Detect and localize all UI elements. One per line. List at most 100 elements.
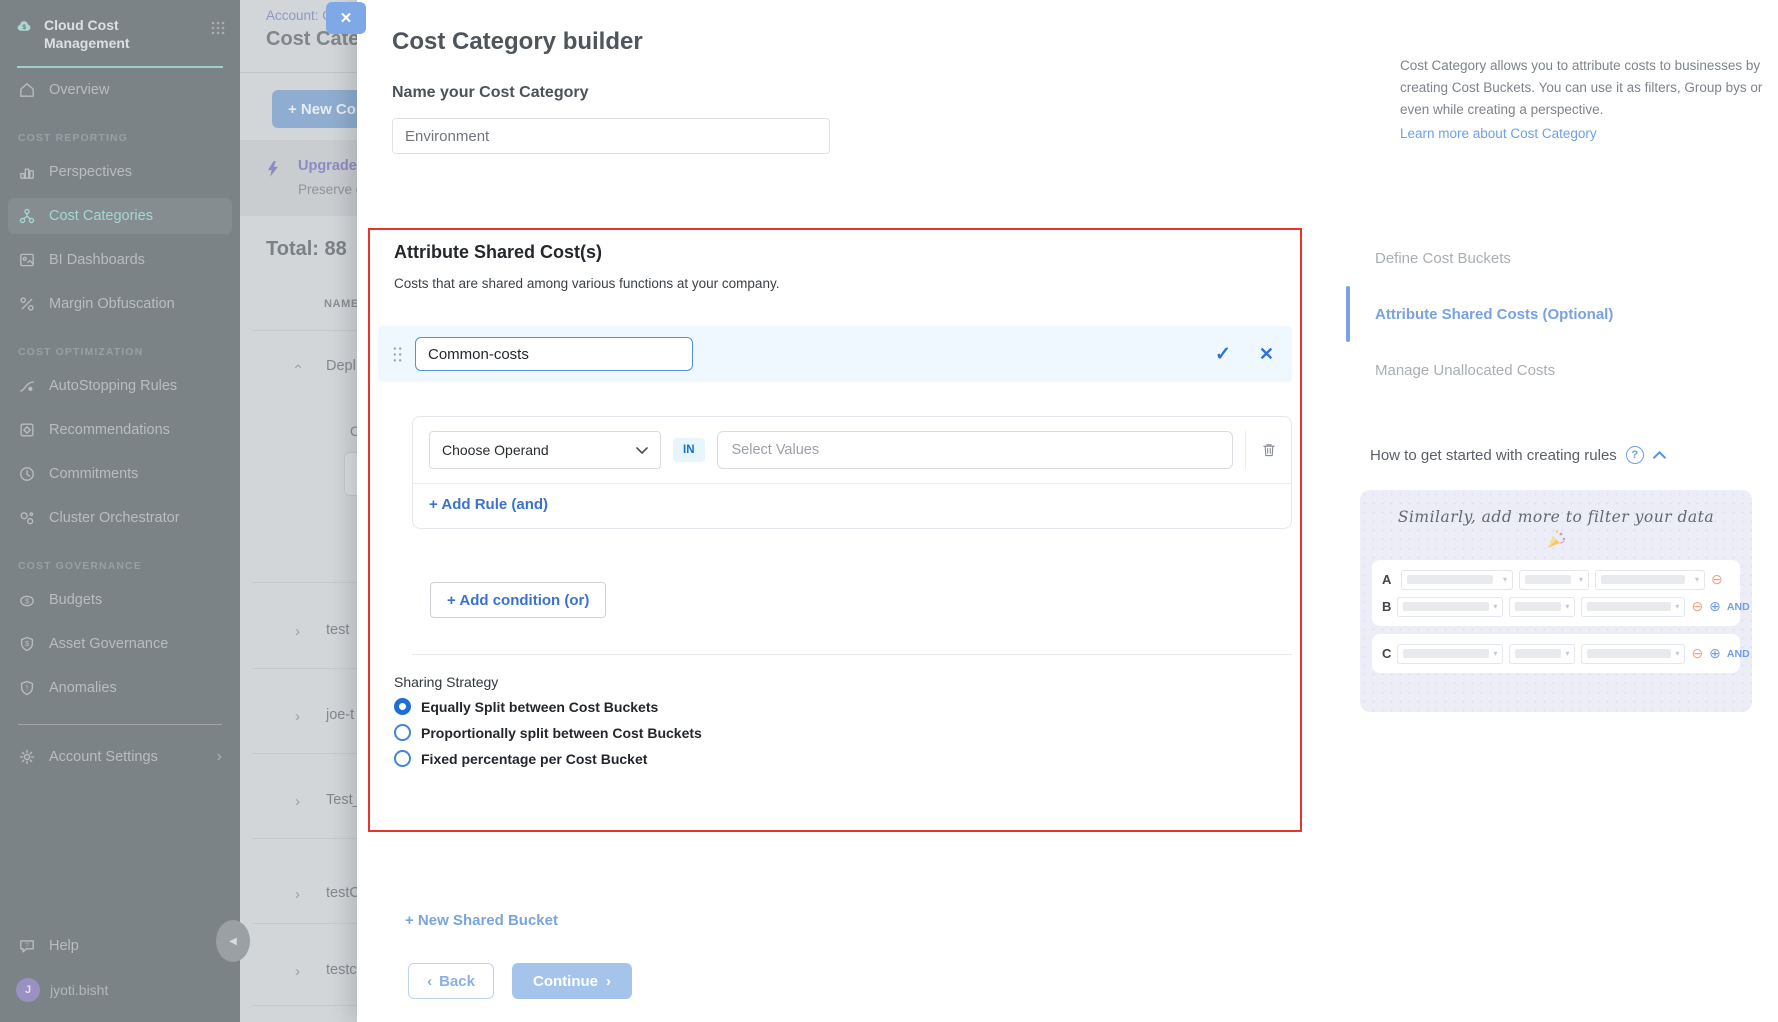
table-row: Test_ bbox=[326, 792, 357, 808]
sidebar-item-label: Cluster Orchestrator bbox=[49, 510, 180, 526]
sidebar-item-label: Cost Categories bbox=[49, 208, 153, 224]
sidebar-item-cluster-orchestrator: Cluster Orchestrator bbox=[8, 500, 232, 536]
sidebar-item-account-settings: Account Settings › bbox=[8, 739, 232, 775]
sidebar-item-bi-dashboards: BI Dashboards bbox=[8, 242, 232, 278]
new-shared-bucket-button[interactable]: + New Shared Bucket bbox=[405, 912, 558, 929]
sidebar-item-label: Budgets bbox=[49, 592, 102, 608]
table-row: Depl bbox=[326, 358, 356, 374]
sidebar-item-label: Overview bbox=[49, 82, 109, 98]
rule-card: Choose Operand IN + Add Rule (and) bbox=[412, 416, 1292, 529]
help-text: Cost Category allows you to attribute co… bbox=[1400, 58, 1762, 117]
cost-category-builder-modal: Cost Category builder Name your Cost Cat… bbox=[357, 0, 1778, 1022]
illustration-rule-row: C ▾ ▾ ▾ ⊖ ⊕ AND bbox=[1382, 640, 1730, 667]
drag-handle-icon[interactable] bbox=[392, 346, 403, 363]
radio-proportionally-split[interactable]: Proportionally split between Cost Bucket… bbox=[394, 724, 702, 741]
shield-dollar-icon: $ bbox=[18, 635, 36, 653]
sidebar-item-overview: Overview bbox=[8, 72, 232, 108]
clipped-card bbox=[344, 452, 357, 496]
sharing-strategy-radio-group: Equally Split between Cost Buckets Propo… bbox=[394, 698, 702, 767]
rules-illustration-card: Similarly, add more to filter your data … bbox=[1360, 490, 1752, 712]
divider bbox=[252, 330, 357, 331]
back-button[interactable]: ‹ Back bbox=[408, 963, 494, 999]
delete-rule-button[interactable] bbox=[1245, 431, 1291, 469]
radio-fixed-percentage[interactable]: Fixed percentage per Cost Bucket bbox=[394, 750, 702, 767]
placeholder-select: ▾ bbox=[1581, 597, 1685, 617]
radio-equally-split[interactable]: Equally Split between Cost Buckets bbox=[394, 698, 702, 715]
add-condition-button[interactable]: + Add condition (or) bbox=[430, 582, 606, 618]
radio-button[interactable] bbox=[394, 698, 411, 715]
select-values-input[interactable] bbox=[717, 431, 1234, 469]
how-to-get-started-toggle[interactable]: How to get started with creating rules ? bbox=[1370, 446, 1666, 464]
breadcrumb: Account: C bbox=[266, 8, 332, 23]
sidebar-item-label: Recommendations bbox=[49, 422, 170, 438]
avatar: J bbox=[16, 978, 40, 1002]
remove-rule-icon: ⊖ bbox=[1711, 571, 1723, 588]
chevron-right-icon: › bbox=[295, 623, 300, 640]
question-circle-icon[interactable]: ? bbox=[1626, 446, 1644, 464]
confirm-check-icon[interactable]: ✓ bbox=[1215, 343, 1231, 366]
operand-select[interactable]: Choose Operand bbox=[429, 431, 661, 469]
trash-icon bbox=[1261, 442, 1277, 458]
row-letter: C bbox=[1382, 646, 1391, 661]
placeholder-select: ▾ bbox=[1401, 570, 1513, 590]
chevron-up-icon[interactable] bbox=[1653, 451, 1666, 459]
bucket-name-input[interactable] bbox=[415, 337, 693, 371]
divider bbox=[252, 1005, 357, 1006]
upgrade-title: Upgrade to bbox=[298, 158, 357, 174]
radio-button[interactable] bbox=[394, 750, 411, 767]
sidebar-item-margin-obfuscation: Margin Obfuscation bbox=[8, 286, 232, 322]
add-rule-button[interactable]: + Add Rule (and) bbox=[413, 484, 1291, 528]
rule-row: Choose Operand IN bbox=[413, 417, 1291, 483]
gear-icon bbox=[18, 748, 36, 766]
diamond-square-icon bbox=[18, 421, 36, 439]
svg-text:!: ! bbox=[26, 684, 28, 693]
sidebar-item-label: AutoStopping Rules bbox=[49, 378, 177, 394]
sidebar-item-label: BI Dashboards bbox=[49, 252, 145, 268]
step-manage-unallocated-costs[interactable]: Manage Unallocated Costs bbox=[1375, 362, 1555, 379]
caret-down-icon: ▾ bbox=[1493, 602, 1497, 611]
sidebar-item-budgets: $ Budgets bbox=[8, 582, 232, 618]
row-letter: B bbox=[1382, 599, 1391, 614]
radio-button[interactable] bbox=[394, 724, 411, 741]
illustration-caption: Similarly, add more to filter your data bbox=[1360, 508, 1752, 526]
new-cost-category-button: + New Co bbox=[272, 90, 357, 128]
add-rule-icon: ⊕ bbox=[1709, 645, 1721, 662]
learn-more-link[interactable]: Learn more about Cost Category bbox=[1400, 123, 1597, 145]
chevron-right-icon: › bbox=[295, 963, 300, 980]
table-sub-label: Co bbox=[350, 424, 357, 439]
module-grid-icon bbox=[210, 20, 226, 36]
shield-alert-icon: ! bbox=[18, 679, 36, 697]
sidebar-section-title: COST GOVERNANCE bbox=[0, 540, 240, 578]
chevron-right-icon: › bbox=[295, 708, 300, 725]
sidebar-section-title: COST OPTIMIZATION bbox=[0, 326, 240, 364]
cancel-x-icon[interactable]: ✕ bbox=[1259, 344, 1274, 365]
caret-down-icon: ▾ bbox=[1675, 649, 1679, 658]
step-define-cost-buckets[interactable]: Define Cost Buckets bbox=[1375, 250, 1511, 267]
caret-down-icon: ▾ bbox=[1579, 575, 1583, 584]
bar-chart-icon bbox=[18, 163, 36, 181]
divider bbox=[252, 923, 357, 924]
operator-badge[interactable]: IN bbox=[673, 438, 705, 462]
radio-label: Equally Split between Cost Buckets bbox=[421, 699, 658, 715]
continue-button[interactable]: Continue › bbox=[512, 963, 632, 999]
svg-text:$: $ bbox=[25, 597, 29, 606]
chevron-left-icon: ‹ bbox=[427, 973, 432, 990]
collapse-left-icon: ◀ bbox=[229, 936, 237, 947]
sidebar-item-help: ? Help bbox=[8, 928, 232, 964]
and-label: AND bbox=[1727, 648, 1750, 660]
table-row: joe-t bbox=[326, 707, 354, 723]
svg-text:$: $ bbox=[22, 24, 26, 31]
close-modal-button[interactable]: ✕ bbox=[326, 2, 366, 34]
row-letter: A bbox=[1382, 572, 1395, 587]
chevron-right-icon: › bbox=[606, 973, 611, 990]
home-icon bbox=[18, 81, 36, 99]
step-attribute-shared-costs[interactable]: Attribute Shared Costs (Optional) bbox=[1375, 306, 1613, 323]
chevron-right-icon: › bbox=[295, 793, 300, 810]
svg-text:?: ? bbox=[25, 942, 29, 949]
illustration-rule-row: A ▾ ▾ ▾ ⊖ bbox=[1382, 566, 1730, 593]
cost-category-name-input[interactable] bbox=[392, 118, 830, 154]
table-row: testc bbox=[326, 962, 357, 978]
illustration-rule-group: A ▾ ▾ ▾ ⊖ B ▾ ▾ ▾ ⊖ ⊕ AND bbox=[1372, 560, 1740, 626]
remove-rule-icon: ⊖ bbox=[1691, 645, 1703, 662]
caret-down-icon: ▾ bbox=[1503, 575, 1507, 584]
